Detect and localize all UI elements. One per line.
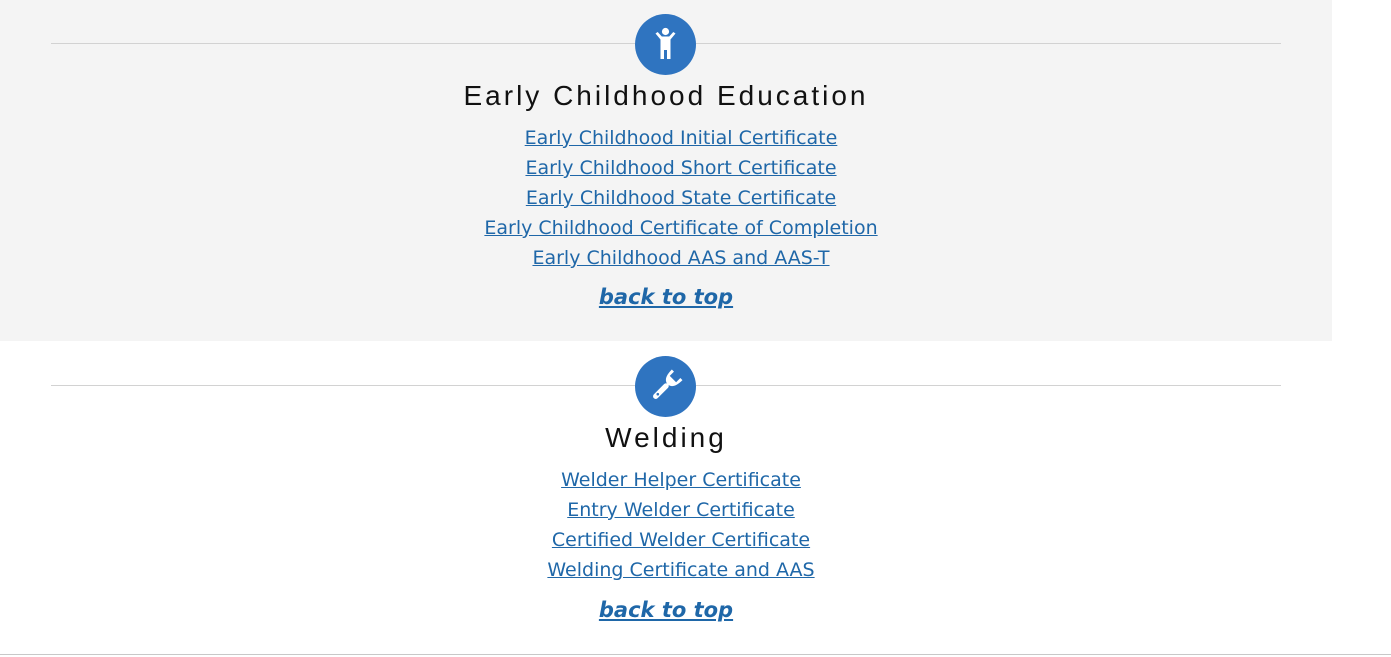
list-item: Early Childhood Initial Certificate [0,123,1362,153]
list-item: Early Childhood Short Certificate [0,153,1362,183]
certificate-link-list: Welder Helper Certificate Entry Welder C… [0,465,1362,585]
child-icon [635,14,696,75]
certificate-link[interactable]: Early Childhood AAS and AAS-T [532,247,829,269]
certificate-link-list: Early Childhood Initial Certificate Earl… [0,123,1362,273]
list-item: Early Childhood Certificate of Completio… [0,213,1362,243]
section-welding: Welding Welder Helper Certificate Entry … [0,341,1332,653]
back-to-top: back to top [0,282,1332,315]
wrench-icon [635,356,696,417]
list-item: Early Childhood AAS and AAS-T [0,243,1362,273]
certificate-link[interactable]: Early Childhood Initial Certificate [525,127,838,149]
list-item: Welder Helper Certificate [0,465,1362,495]
back-to-top-link[interactable]: back to top [599,285,733,309]
certificate-link[interactable]: Certified Welder Certificate [552,529,810,551]
certificate-link[interactable]: Early Childhood Certificate of Completio… [484,217,877,239]
section-early-childhood-education: Early Childhood Education Early Childhoo… [0,0,1332,341]
list-item: Certified Welder Certificate [0,525,1362,555]
back-to-top-link[interactable]: back to top [599,598,733,622]
list-item: Welding Certificate and AAS [0,555,1362,585]
page-bottom-divider [0,654,1391,655]
certificate-link[interactable]: Early Childhood Short Certificate [525,157,836,179]
section-title: Early Childhood Education [463,80,869,111]
list-item: Entry Welder Certificate [0,495,1362,525]
certificate-link[interactable]: Early Childhood State Certificate [526,187,836,209]
back-to-top: back to top [0,595,1332,628]
section-title: Welding [605,422,727,453]
list-item: Early Childhood State Certificate [0,183,1362,213]
certificate-link[interactable]: Welder Helper Certificate [561,469,801,491]
certificate-link[interactable]: Entry Welder Certificate [567,499,795,521]
certificate-link[interactable]: Welding Certificate and AAS [547,559,814,581]
